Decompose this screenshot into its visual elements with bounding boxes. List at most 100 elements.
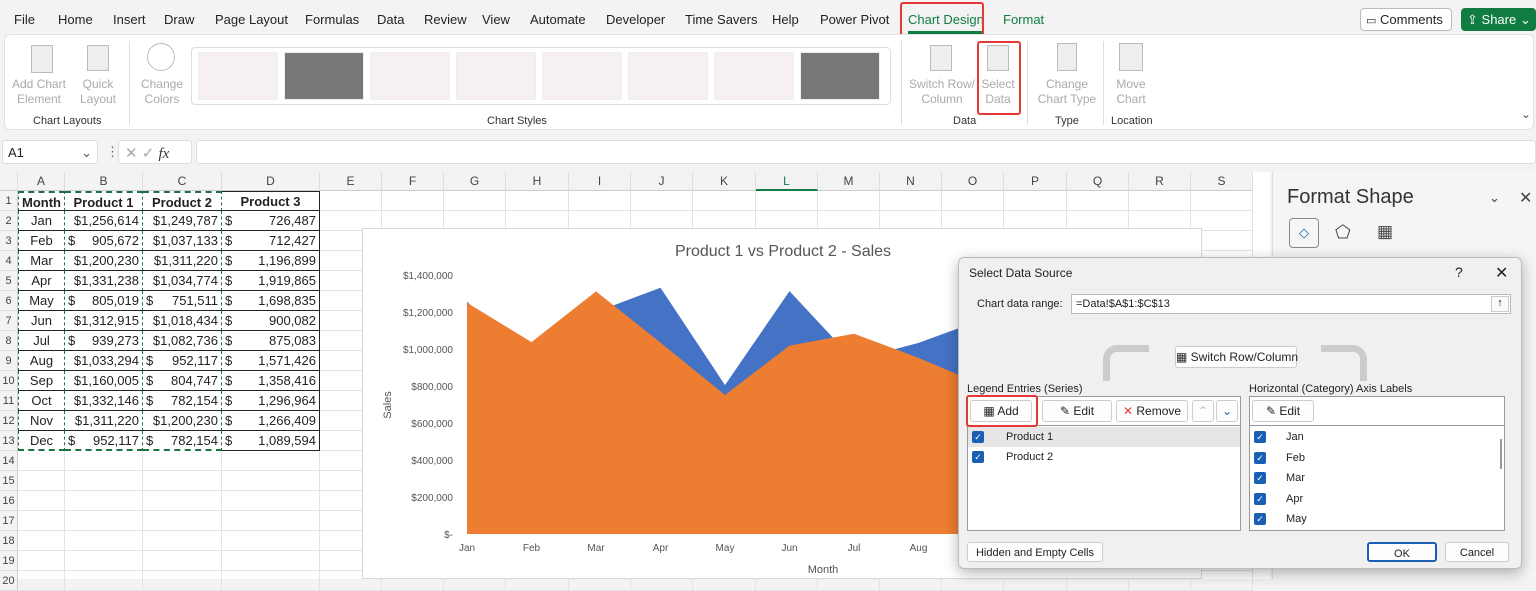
column-header[interactable]: I [569,172,631,191]
table-cell[interactable]: $1,296,964 [222,391,320,411]
cell[interactable] [444,191,506,211]
collapse-ribbon-icon[interactable]: ⌄ [1521,107,1531,122]
cell[interactable] [18,451,65,471]
menu-tab-home[interactable]: Home [58,12,93,27]
cell[interactable] [65,511,143,531]
menu-tab-developer[interactable]: Developer [606,12,665,27]
checkbox[interactable]: ✓ [1254,492,1266,505]
move-down-button[interactable]: ⌄ [1216,400,1238,422]
menu-tab-file[interactable]: File [14,12,35,27]
table-cell[interactable]: $1,089,594 [222,431,320,451]
table-cell[interactable]: Aug [18,351,65,371]
row-header[interactable]: 17 [0,511,18,531]
table-cell[interactable]: Jul [18,331,65,351]
pane-options-icon[interactable]: ⌄ [1489,190,1500,206]
cell[interactable] [880,191,942,211]
table-cell[interactable]: $1,034,774 [143,271,222,291]
table-cell[interactable]: Product 2 [143,191,222,211]
table-cell[interactable]: $804,747 [143,371,222,391]
row-header[interactable]: 12 [0,411,18,431]
menu-tab-view[interactable]: View [482,12,510,27]
row-header[interactable]: 1 [0,191,18,211]
effects-icon[interactable]: ⬠ [1335,222,1351,243]
table-cell[interactable]: Product 1 [65,191,143,211]
column-header[interactable]: S [1191,172,1253,191]
chart-style-thumbnail[interactable] [198,52,278,100]
menu-tab-insert[interactable]: Insert [113,12,146,27]
cell[interactable] [631,191,693,211]
table-cell[interactable]: $1,196,899 [222,251,320,271]
add-chart-element-button[interactable]: Add Chart Element [11,77,67,107]
cell[interactable] [382,191,444,211]
cell[interactable] [506,191,569,211]
menu-tab-formulas[interactable]: Formulas [305,12,359,27]
column-header[interactable]: O [942,172,1004,191]
row-header[interactable]: 16 [0,491,18,511]
row-header[interactable]: 20 [0,571,18,591]
axis-label-item[interactable]: ✓ Apr [1250,489,1496,509]
axis-label-item[interactable]: ✓ Feb [1250,448,1496,468]
row-header[interactable]: 9 [0,351,18,371]
table-cell[interactable]: $1,160,005 [65,371,143,391]
cell[interactable] [756,191,818,211]
row-header[interactable]: 10 [0,371,18,391]
table-cell[interactable]: Feb [18,231,65,251]
cell[interactable] [222,451,320,471]
cell[interactable] [18,571,65,591]
table-cell[interactable]: $1,082,736 [143,331,222,351]
table-cell[interactable]: $1,256,614 [65,211,143,231]
move-chart-button[interactable]: Move Chart [1111,77,1151,107]
column-header[interactable]: C [143,172,222,191]
row-header[interactable]: 5 [0,271,18,291]
cell[interactable] [18,491,65,511]
fill-line-icon[interactable]: ◇ [1289,218,1319,248]
checkbox[interactable]: ✓ [1254,472,1266,484]
cell[interactable] [65,451,143,471]
move-up-button[interactable]: ⌃ [1192,400,1214,422]
row-header[interactable]: 19 [0,551,18,571]
size-properties-icon[interactable]: ▦ [1377,222,1393,242]
help-button[interactable]: ? [1455,264,1463,280]
cell[interactable] [569,191,631,211]
edit-axis-labels-button[interactable]: ✎ Edit [1252,400,1314,422]
table-cell[interactable]: Sep [18,371,65,391]
cell[interactable] [222,531,320,551]
chart-style-thumbnail[interactable] [370,52,450,100]
comments-button[interactable]: ▭ Comments [1360,8,1452,31]
table-cell[interactable]: $1,698,835 [222,291,320,311]
chart-style-thumbnail[interactable] [714,52,794,100]
table-cell[interactable]: Jan [18,211,65,231]
table-cell[interactable]: $1,571,426 [222,351,320,371]
ok-button[interactable]: OK [1367,542,1437,562]
name-box[interactable]: A1 ⌄ [2,140,98,164]
table-cell[interactable]: $1,200,230 [143,411,222,431]
menu-tab-page-layout[interactable]: Page Layout [215,12,288,27]
menu-tab-data[interactable]: Data [377,12,404,27]
table-cell[interactable]: $1,311,220 [65,411,143,431]
column-header[interactable]: R [1129,172,1191,191]
edit-series-button[interactable]: ✎ Edit [1042,400,1112,422]
cell[interactable] [320,191,382,211]
cell[interactable] [143,451,222,471]
menu-tab-help[interactable]: Help [772,12,799,27]
menu-tab-time-savers[interactable]: Time Savers [685,12,757,27]
chart-style-thumbnail[interactable] [800,52,880,100]
cell[interactable] [222,571,320,591]
row-header[interactable]: 13 [0,431,18,451]
table-cell[interactable]: $751,511 [143,291,222,311]
column-header[interactable]: K [693,172,756,191]
table-cell[interactable]: $939,273 [65,331,143,351]
table-cell[interactable]: $1,037,133 [143,231,222,251]
row-header[interactable]: 11 [0,391,18,411]
column-header[interactable]: F [382,172,444,191]
table-cell[interactable]: $1,266,409 [222,411,320,431]
table-cell[interactable]: $782,154 [143,391,222,411]
close-pane-icon[interactable]: ✕ [1519,188,1532,208]
table-cell[interactable]: $712,427 [222,231,320,251]
collapse-range-icon[interactable]: ↑ [1491,296,1509,312]
table-cell[interactable]: Jun [18,311,65,331]
cell[interactable] [143,511,222,531]
chart-style-thumbnail[interactable] [284,52,364,100]
cell[interactable] [222,511,320,531]
column-header[interactable]: Q [1067,172,1129,191]
